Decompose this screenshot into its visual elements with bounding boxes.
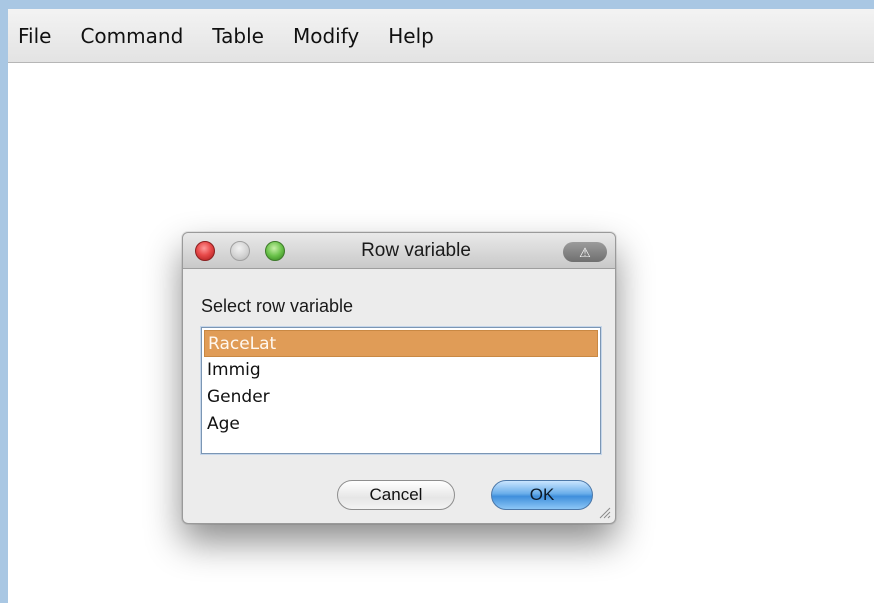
cancel-button[interactable]: Cancel [337, 480, 455, 510]
menu-table[interactable]: Table [212, 24, 264, 48]
menu-file[interactable]: File [18, 24, 51, 48]
list-item[interactable]: Gender [204, 384, 598, 411]
menu-bar: File Command Table Modify Help [8, 9, 874, 63]
dialog-titlebar[interactable]: Row variable ⚠ [183, 233, 615, 269]
warning-icon: ⚠ [579, 244, 591, 260]
toolbar-toggle-button[interactable]: ⚠ [563, 242, 607, 262]
dialog-title: Row variable [361, 240, 471, 261]
dialog-prompt: Select row variable [201, 296, 354, 316]
list-item[interactable]: RaceLat [204, 330, 598, 357]
list-item[interactable]: Age [204, 411, 598, 438]
row-variable-dialog: Row variable ⚠ Select row variable RaceL… [182, 232, 616, 524]
app-window: File Command Table Modify Help Row varia… [8, 9, 874, 603]
menu-command[interactable]: Command [80, 24, 183, 48]
resize-grip-icon[interactable] [597, 505, 611, 519]
variable-listbox[interactable]: RaceLat Immig Gender Age [201, 327, 601, 454]
ok-button[interactable]: OK [491, 480, 593, 510]
menu-modify[interactable]: Modify [293, 24, 359, 48]
menu-help[interactable]: Help [388, 24, 434, 48]
list-item[interactable]: Immig [204, 357, 598, 384]
